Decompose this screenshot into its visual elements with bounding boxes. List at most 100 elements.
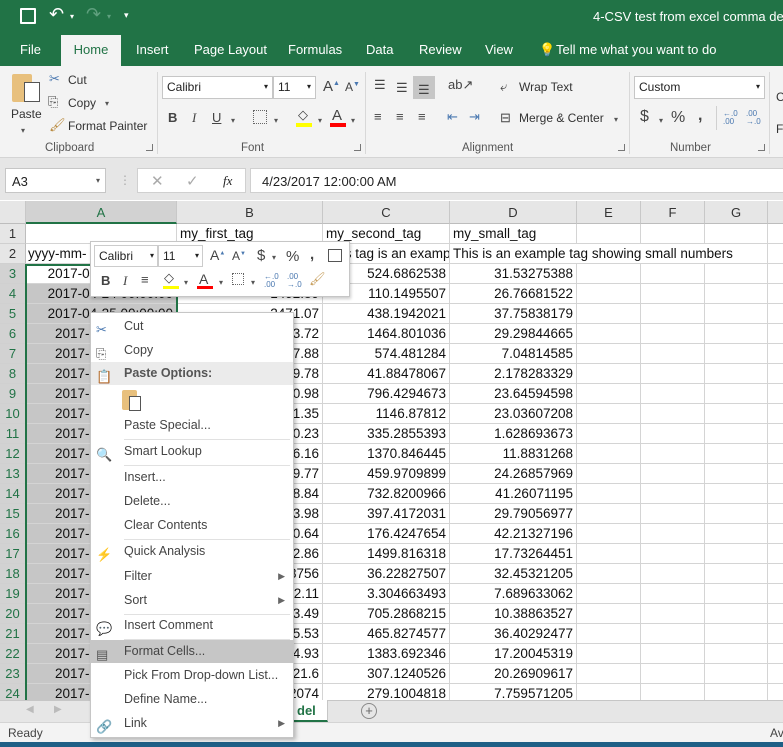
cell-empty[interactable]	[705, 504, 768, 524]
cell-d6[interactable]: 29.29844665	[450, 324, 577, 344]
column-header-d[interactable]: D	[450, 201, 577, 224]
cell-empty[interactable]	[577, 384, 641, 404]
column-header-b[interactable]: B	[177, 201, 323, 224]
undo-icon[interactable]: ↶	[49, 4, 64, 25]
cell-empty[interactable]	[577, 584, 641, 604]
paste-button[interactable]: Paste	[11, 107, 42, 121]
cell-empty[interactable]	[577, 324, 641, 344]
save-icon[interactable]	[20, 8, 36, 24]
cell-empty[interactable]	[705, 624, 768, 644]
cell-empty[interactable]	[705, 304, 768, 324]
scroll-right-icon[interactable]: ▶	[54, 704, 62, 715]
row-header[interactable]: 11	[0, 424, 26, 444]
cell-empty[interactable]	[641, 364, 705, 384]
cell-empty[interactable]	[705, 584, 768, 604]
cell-empty[interactable]	[768, 624, 783, 644]
cell-empty[interactable]	[768, 544, 783, 564]
menu-quick-analysis[interactable]: ⚡ Quick Analysis	[91, 540, 293, 563]
cell-c22[interactable]: 1383.692346	[323, 644, 450, 664]
cell-empty[interactable]	[641, 224, 705, 244]
cell-c12[interactable]: 1370.846445	[323, 444, 450, 464]
mini-currency-dropdown-icon[interactable]: ▾	[272, 253, 276, 262]
cell-empty[interactable]	[705, 544, 768, 564]
row-header[interactable]: 19	[0, 584, 26, 604]
row-header[interactable]: 10	[0, 404, 26, 424]
mini-percent-button[interactable]: %	[286, 249, 299, 264]
cell-d7[interactable]: 7.04814585	[450, 344, 577, 364]
cell-empty[interactable]	[641, 624, 705, 644]
row-header[interactable]: 12	[0, 444, 26, 464]
cell-d9[interactable]: 23.64594598	[450, 384, 577, 404]
menu-sort[interactable]: Sort ▶	[91, 589, 293, 612]
font-size-select[interactable]: 11 ▾	[273, 76, 316, 99]
comma-button[interactable]: ,	[698, 108, 702, 124]
cell-d17[interactable]: 17.73264451	[450, 544, 577, 564]
cell-empty[interactable]	[768, 284, 783, 304]
cell-empty[interactable]	[577, 404, 641, 424]
menu-filter[interactable]: Filter ▶	[91, 565, 293, 588]
cell-d18[interactable]: 32.45321205	[450, 564, 577, 584]
clipboard-launcher-icon[interactable]	[146, 144, 153, 151]
mini-currency-button[interactable]: $	[257, 248, 265, 263]
menu-define-name[interactable]: Define Name...	[91, 688, 293, 711]
conditional-formatting-partial-2[interactable]: Fo	[776, 122, 783, 136]
cell-c23[interactable]: 307.1240526	[323, 664, 450, 684]
cell-empty[interactable]	[705, 524, 768, 544]
cell-c8[interactable]: 41.88478067	[323, 364, 450, 384]
cell-empty[interactable]	[641, 444, 705, 464]
column-header-a[interactable]: A	[26, 201, 177, 224]
cell-empty[interactable]	[768, 504, 783, 524]
cell-empty[interactable]	[705, 484, 768, 504]
row-header[interactable]: 3	[0, 264, 26, 284]
cell-d11[interactable]: 1.628693673	[450, 424, 577, 444]
mini-borders-dropdown-icon[interactable]: ▾	[251, 278, 255, 287]
borders-icon[interactable]	[253, 110, 267, 124]
cell-empty[interactable]	[577, 564, 641, 584]
cell-empty[interactable]	[641, 564, 705, 584]
mini-comma-button[interactable]: ,	[310, 247, 314, 262]
cell-empty[interactable]	[577, 664, 641, 684]
cell-empty[interactable]	[768, 224, 783, 244]
copy-dropdown-icon[interactable]: ▾	[105, 99, 109, 108]
cell-empty[interactable]	[641, 284, 705, 304]
cell-empty[interactable]	[641, 304, 705, 324]
row-header[interactable]: 5	[0, 304, 26, 324]
name-box[interactable]: A3 ▾	[5, 168, 106, 193]
cell-empty[interactable]	[768, 244, 783, 264]
cell-empty[interactable]	[641, 384, 705, 404]
currency-button[interactable]: $	[640, 109, 649, 125]
tab-file[interactable]: File	[20, 42, 41, 57]
paste-dropdown-icon[interactable]: ▾	[21, 126, 25, 135]
cell-empty[interactable]	[705, 664, 768, 684]
customize-toolbar-icon[interactable]: ▾	[124, 10, 129, 21]
mini-fill-dropdown-icon[interactable]: ▾	[184, 278, 188, 287]
cell-empty[interactable]	[705, 464, 768, 484]
cell-empty[interactable]	[768, 684, 783, 700]
row-header[interactable]: 8	[0, 364, 26, 384]
font-name-select[interactable]: Calibri ▾	[162, 76, 273, 99]
cell-empty[interactable]	[768, 324, 783, 344]
cell-empty[interactable]	[705, 344, 768, 364]
cell-c5[interactable]: 438.1942021	[323, 304, 450, 324]
align-top-icon[interactable]: ☰	[374, 78, 386, 91]
cell-empty[interactable]	[577, 524, 641, 544]
align-center-icon[interactable]: ≡	[396, 110, 404, 123]
fill-color-icon[interactable]: ◇	[298, 108, 308, 121]
cell-empty[interactable]	[641, 344, 705, 364]
cell-c19[interactable]: 3.304663493	[323, 584, 450, 604]
cell-empty[interactable]	[577, 444, 641, 464]
cell-empty[interactable]	[641, 424, 705, 444]
cell-empty[interactable]	[705, 604, 768, 624]
orientation-icon[interactable]: ab↗	[448, 78, 473, 91]
cell-c10[interactable]: 1146.87812	[323, 404, 450, 424]
cell-empty[interactable]	[641, 504, 705, 524]
mini-grow-font-icon[interactable]: A▲	[210, 248, 225, 262]
mini-shrink-font-icon[interactable]: A▼	[232, 250, 246, 262]
cell-d22[interactable]: 17.20045319	[450, 644, 577, 664]
cell-empty[interactable]	[705, 224, 768, 244]
column-header-e[interactable]: E	[577, 201, 641, 224]
cell-c24[interactable]: 279.1004818	[323, 684, 450, 700]
cell-empty[interactable]	[705, 264, 768, 284]
cell-empty[interactable]	[768, 664, 783, 684]
cell-empty[interactable]	[577, 264, 641, 284]
